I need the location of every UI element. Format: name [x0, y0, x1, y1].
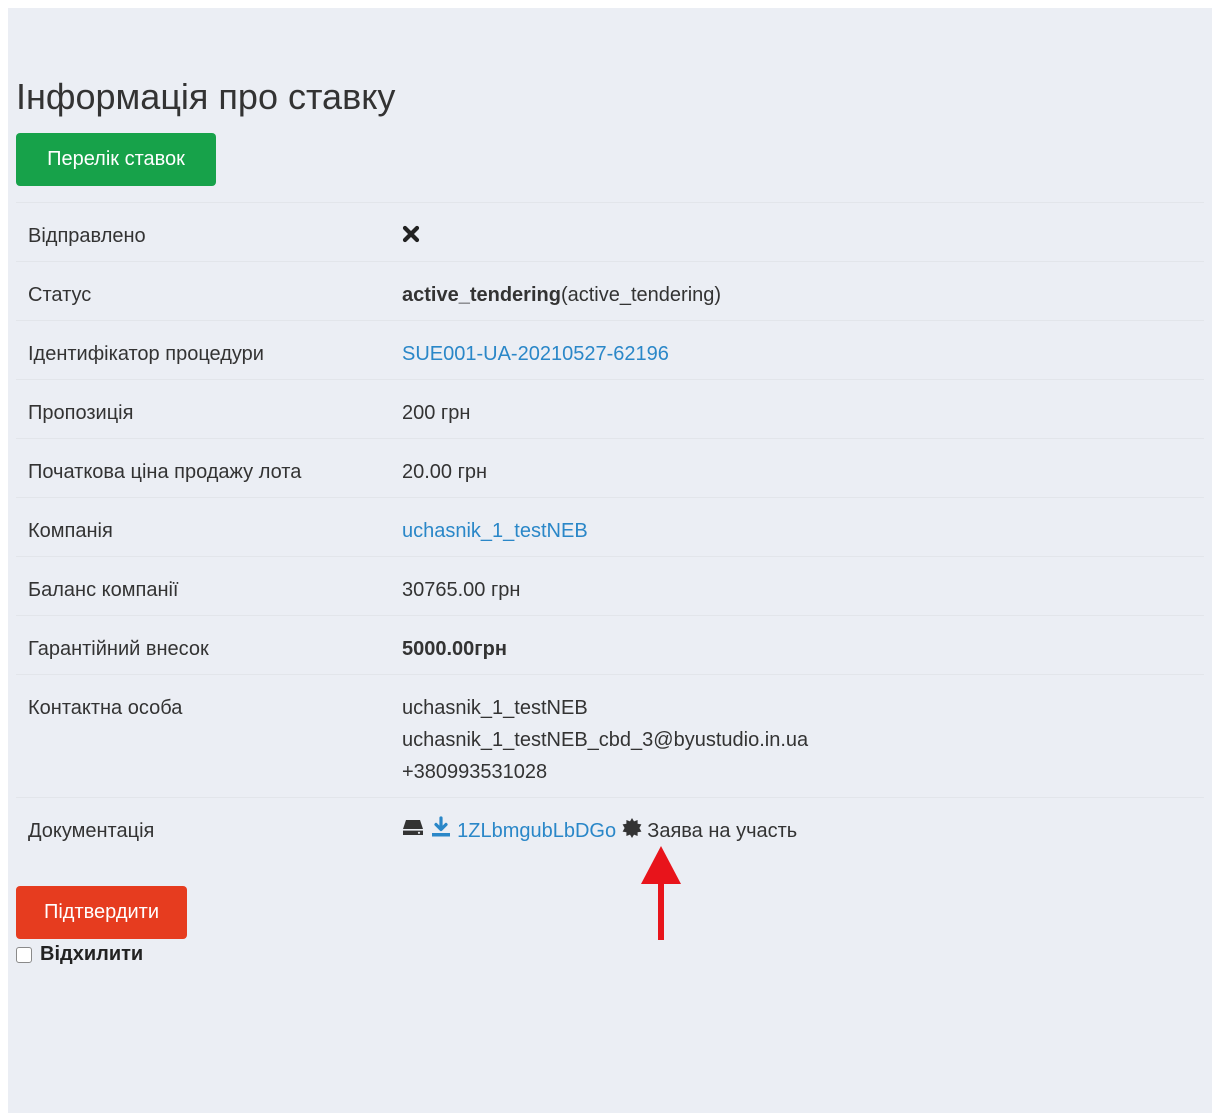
status-code: (active_tendering) [560, 284, 722, 306]
document-file-link[interactable]: 1ZLbmgubLbDGo [457, 820, 616, 842]
row-balance: Баланс компанії 30765.00 грн [16, 556, 1204, 616]
row-label: Гарантійний внесок [28, 638, 209, 660]
row-company: Компанія uchasnik_1_testNEB [16, 497, 1204, 557]
page-title: Інформація про ставку [16, 76, 396, 117]
row-contact: Контактна особа uchasnik_1_testNEB uchas… [16, 674, 1204, 798]
confirm-button[interactable]: Підтвердити [16, 886, 187, 939]
row-value: 200 грн [402, 402, 471, 424]
contact-name: uchasnik_1_testNEB [402, 697, 588, 719]
row-value: SUE001-UA-20210527-62196 [390, 321, 1204, 380]
row-value: uchasnik_1_testNEB uchasnik_1_testNEB_cb… [390, 675, 1204, 798]
row-label: Початкова ціна продажу лота [28, 461, 302, 483]
bid-info-table: Відправлено Статус active_tendering(acti… [16, 202, 1204, 856]
certificate-icon [622, 816, 642, 848]
contact-phone: +380993531028 [402, 761, 548, 783]
hdd-icon [402, 816, 424, 848]
row-sent: Відправлено [16, 202, 1204, 262]
company-link[interactable]: uchasnik_1_testNEB [402, 520, 588, 542]
row-label: Відправлено [28, 225, 146, 247]
row-offer: Пропозиція 200 грн [16, 379, 1204, 439]
row-status: Статус active_tendering(active_tendering… [16, 261, 1204, 321]
row-value: 5000.00грн [402, 638, 507, 660]
row-value: 20.00 грн [402, 461, 488, 483]
decline-label[interactable]: Відхилити [40, 943, 143, 966]
row-documentation: Документація 1ZLbmgubLbDGo Заява на учас… [16, 797, 1204, 857]
row-label: Документація [28, 820, 155, 842]
decline-option: Відхилити [16, 943, 143, 966]
row-label: Пропозиція [28, 402, 134, 424]
document-entry: 1ZLbmgubLbDGo Заява на участь [402, 816, 798, 842]
row-value: 30765.00 грн [402, 579, 521, 601]
row-label: Ідентифікатор процедури [28, 343, 264, 365]
row-value [390, 203, 1204, 262]
row-start-price: Початкова ціна продажу лота 20.00 грн [16, 438, 1204, 498]
row-value: active_tendering(active_tendering) [390, 262, 1204, 321]
row-value: uchasnik_1_testNEB [390, 498, 1204, 557]
bids-list-button[interactable]: Перелік ставок [16, 133, 216, 186]
contact-email: uchasnik_1_testNEB_cbd_3@byustudio.in.ua [402, 729, 809, 751]
row-value: 1ZLbmgubLbDGo Заява на участь [390, 798, 1204, 857]
row-guarantee: Гарантійний внесок 5000.00грн [16, 615, 1204, 675]
status-value: active_tendering [402, 284, 561, 306]
row-label: Контактна особа [28, 697, 183, 719]
row-label: Компанія [28, 520, 113, 542]
row-label: Статус [28, 284, 92, 306]
decline-checkbox[interactable] [16, 946, 32, 963]
procedure-id-link[interactable]: SUE001-UA-20210527-62196 [402, 343, 669, 365]
close-icon [402, 221, 420, 253]
download-icon[interactable] [430, 816, 452, 848]
annotation-arrow-icon [640, 846, 682, 947]
row-label: Баланс компанії [28, 579, 179, 601]
row-procedure-id: Ідентифікатор процедури SUE001-UA-202105… [16, 320, 1204, 380]
document-type: Заява на участь [647, 820, 798, 842]
